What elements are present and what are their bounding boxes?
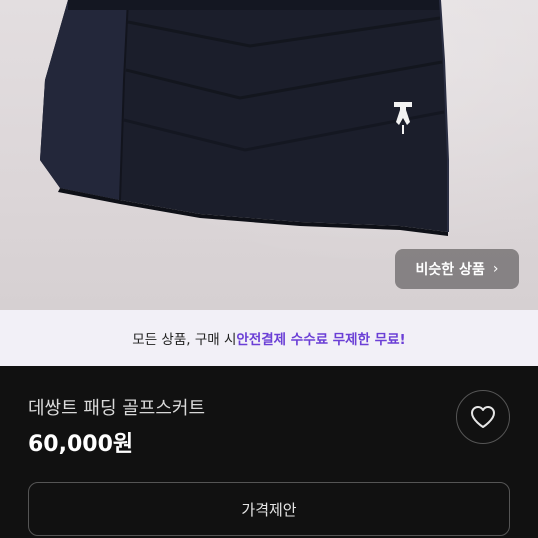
promo-highlight-text: 안전결제 수수료 무제한 무료! — [236, 332, 406, 348]
chevron-right-icon: › — [492, 261, 499, 277]
like-button[interactable] — [456, 390, 510, 444]
price-offer-label: 가격제안 — [241, 500, 297, 519]
product-info-panel: 데쌍트 패딩 골프스커트 60,000원 가격제안 — [0, 366, 538, 538]
heart-icon — [471, 406, 495, 428]
promo-prefix-text: 모든 상품, 구매 시 — [132, 332, 237, 348]
price-offer-button[interactable]: 가격제안 — [28, 482, 510, 536]
product-price: 60,000원 — [28, 432, 134, 457]
safe-payment-banner[interactable]: 모든 상품, 구매 시 안전결제 수수료 무제한 무료! — [0, 310, 538, 366]
product-title: 데쌍트 패딩 골프스커트 — [28, 398, 206, 419]
similar-products-button[interactable]: 비슷한 상품 › — [395, 249, 519, 289]
product-photo[interactable]: 비슷한 상품 › — [0, 0, 538, 310]
similar-products-label: 비슷한 상품 — [415, 262, 485, 278]
